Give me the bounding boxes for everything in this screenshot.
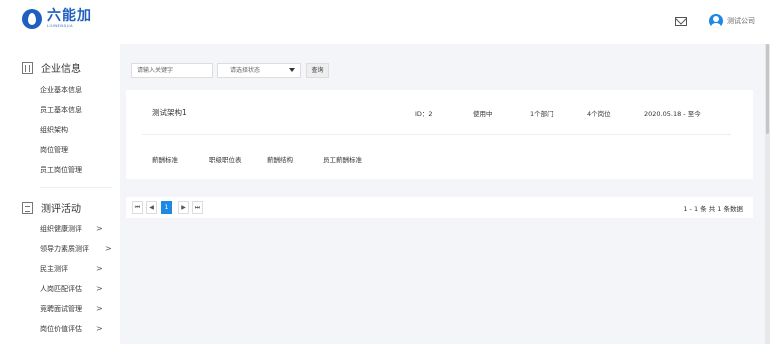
sidebar-item-democratic[interactable]: 民主测评 <box>40 264 68 274</box>
page-number-current[interactable]: 1 <box>161 201 172 214</box>
avatar-icon <box>709 14 723 28</box>
sidebar-item-interview[interactable]: 竞聘面试管理 <box>40 304 82 314</box>
department-count: 1个部门 <box>530 110 554 118</box>
link-rank-table[interactable]: 职级职位表 <box>209 154 242 164</box>
next-page-icon[interactable]: ▶ <box>178 201 189 214</box>
sidebar-section-title: 企业信息 <box>41 64 81 75</box>
sidebar-item-enterprise-info[interactable]: 企业基本信息 <box>40 85 82 95</box>
chevron-right-icon[interactable]: > <box>96 304 103 313</box>
sidebar-item-person-job-fit[interactable]: 人岗匹配评估 <box>40 284 82 294</box>
building-icon <box>22 61 33 74</box>
org-structure-card: 测试架构1 ID：2 使用中 1个部门 4个岗位 2020.05.18 - 至今… <box>126 90 753 179</box>
prev-page-icon[interactable]: ◀ <box>146 201 157 214</box>
link-salary-structure[interactable]: 薪酬结构 <box>267 154 293 164</box>
status-select[interactable]: 请选择状态 <box>217 63 301 78</box>
sidebar-section-assessment[interactable]: 测评活动 <box>22 200 81 215</box>
sidebar-item-org-health[interactable]: 组织健康测评 <box>40 224 82 234</box>
pagination-summary: 1 - 1 条 共 1 条数据 <box>683 205 743 213</box>
app-logo[interactable]: 六能加 LIUNENGJIA <box>22 9 92 29</box>
query-button[interactable]: 查询 <box>306 63 329 78</box>
logo-en: LIUNENGJIA <box>47 24 74 29</box>
sidebar-divider <box>40 187 112 188</box>
chevron-right-icon[interactable]: > <box>96 284 103 293</box>
chevron-right-icon[interactable]: > <box>96 264 103 273</box>
page-scrollbar[interactable] <box>765 44 770 344</box>
status-select-placeholder: 请选择状态 <box>230 67 261 74</box>
logo-flame-icon <box>22 9 42 29</box>
sidebar-item-employee-position[interactable]: 员工岗位管理 <box>40 165 82 175</box>
sidebar-item-position-mgmt[interactable]: 岗位管理 <box>40 145 68 155</box>
position-count: 4个岗位 <box>587 110 611 118</box>
sidebar-item-job-value[interactable]: 岗位价值评估 <box>40 324 82 334</box>
sidebar-item-employee-info[interactable]: 员工基本信息 <box>40 105 82 115</box>
last-page-icon[interactable]: ⏭ <box>192 201 203 214</box>
card-divider <box>142 134 731 135</box>
structure-status: 使用中 <box>473 110 493 118</box>
sidebar-item-leadership[interactable]: 领导力素质测评 <box>40 244 89 254</box>
sidebar: 企业信息 企业基本信息 员工基本信息 组织架构 岗位管理 员工岗位管理 测评活动… <box>0 44 120 344</box>
pagination-bar: ⏮ ◀ 1 ▶ ⏭ 1 - 1 条 共 1 条数据 <box>126 197 753 218</box>
chevron-right-icon[interactable]: > <box>96 224 103 233</box>
chevron-down-icon <box>289 68 295 72</box>
top-bar: 六能加 LIUNENGJIA 测试公司 <box>0 0 770 44</box>
link-salary-standard[interactable]: 薪酬标准 <box>152 154 178 164</box>
first-page-icon[interactable]: ⏮ <box>132 201 143 214</box>
user-menu[interactable]: 测试公司 <box>709 14 755 28</box>
mail-icon[interactable] <box>675 17 687 26</box>
document-icon <box>22 201 33 214</box>
structure-name[interactable]: 测试架构1 <box>152 107 187 118</box>
sidebar-section-title: 测评活动 <box>41 204 81 215</box>
logo-text: 六能加 LIUNENGJIA <box>47 9 92 29</box>
keyword-input[interactable]: 请输入关键字 <box>131 63 213 78</box>
logo-cn: 六能加 <box>47 8 92 25</box>
structure-id: ID：2 <box>415 110 433 118</box>
date-range: 2020.05.18 - 至今 <box>644 110 701 118</box>
user-name: 测试公司 <box>727 17 755 25</box>
link-employee-salary-standard[interactable]: 员工薪酬标准 <box>323 154 362 164</box>
sidebar-item-org-structure[interactable]: 组织架构 <box>40 125 68 135</box>
scrollbar-thumb[interactable] <box>766 44 769 134</box>
chevron-right-icon[interactable]: > <box>96 324 103 333</box>
sidebar-section-enterprise[interactable]: 企业信息 <box>22 60 81 75</box>
chevron-right-icon[interactable]: > <box>105 244 112 253</box>
